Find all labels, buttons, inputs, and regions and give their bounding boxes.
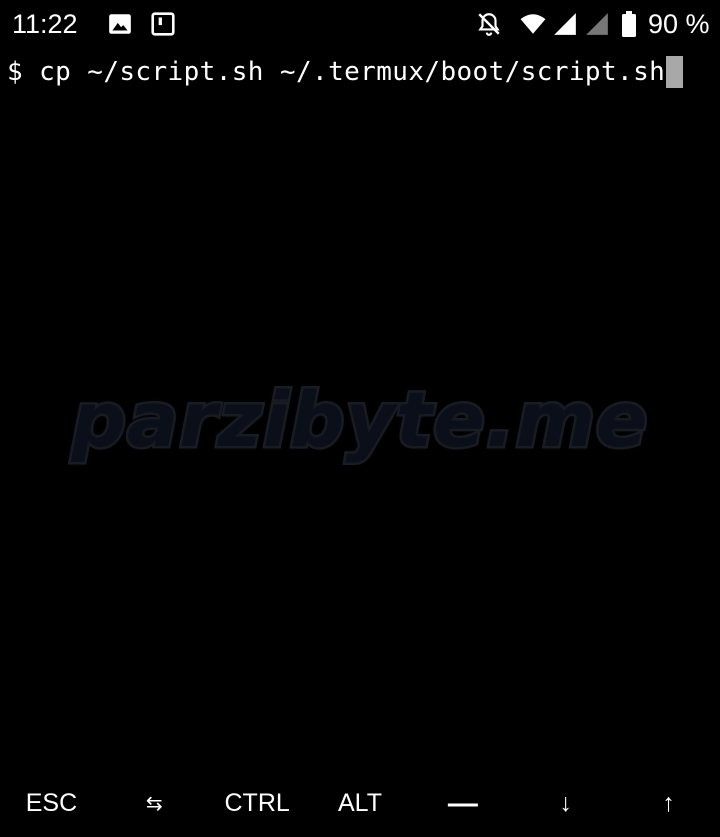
esc-key[interactable]: ESC [0,770,103,837]
watermark: parzibyte.me [69,373,650,467]
dash-key[interactable]: — [411,770,514,837]
status-time: 11:22 [12,9,78,39]
arrow-up-key[interactable]: ↑ [617,770,720,837]
command-text: $ cp ~/script.sh ~/.termux/boot/script.s… [7,57,666,87]
terminal-view[interactable]: $ cp ~/script.sh ~/.termux/boot/script.s… [0,50,720,770]
signal-icon [552,11,578,37]
tab-key[interactable]: ⇆ [103,770,206,837]
arrow-down-key[interactable]: ↓ [514,770,617,837]
battery-percent: 90 % [648,9,710,39]
terminal-cursor [666,56,684,88]
wifi-icon [520,11,546,37]
notification-box-icon [150,11,176,37]
bell-off-icon [476,11,502,37]
ctrl-key[interactable]: CTRL [206,770,309,837]
extra-keys-bar: ESC ⇆ CTRL ALT — ↓ ↑ [0,770,720,837]
image-icon [107,11,133,37]
signal-empty-icon [584,11,610,37]
alt-key[interactable]: ALT [309,770,412,837]
terminal-line: $ cp ~/script.sh ~/.termux/boot/script.s… [7,56,684,88]
status-bar: 11:22 90 % [0,0,720,50]
battery-icon [620,11,638,37]
